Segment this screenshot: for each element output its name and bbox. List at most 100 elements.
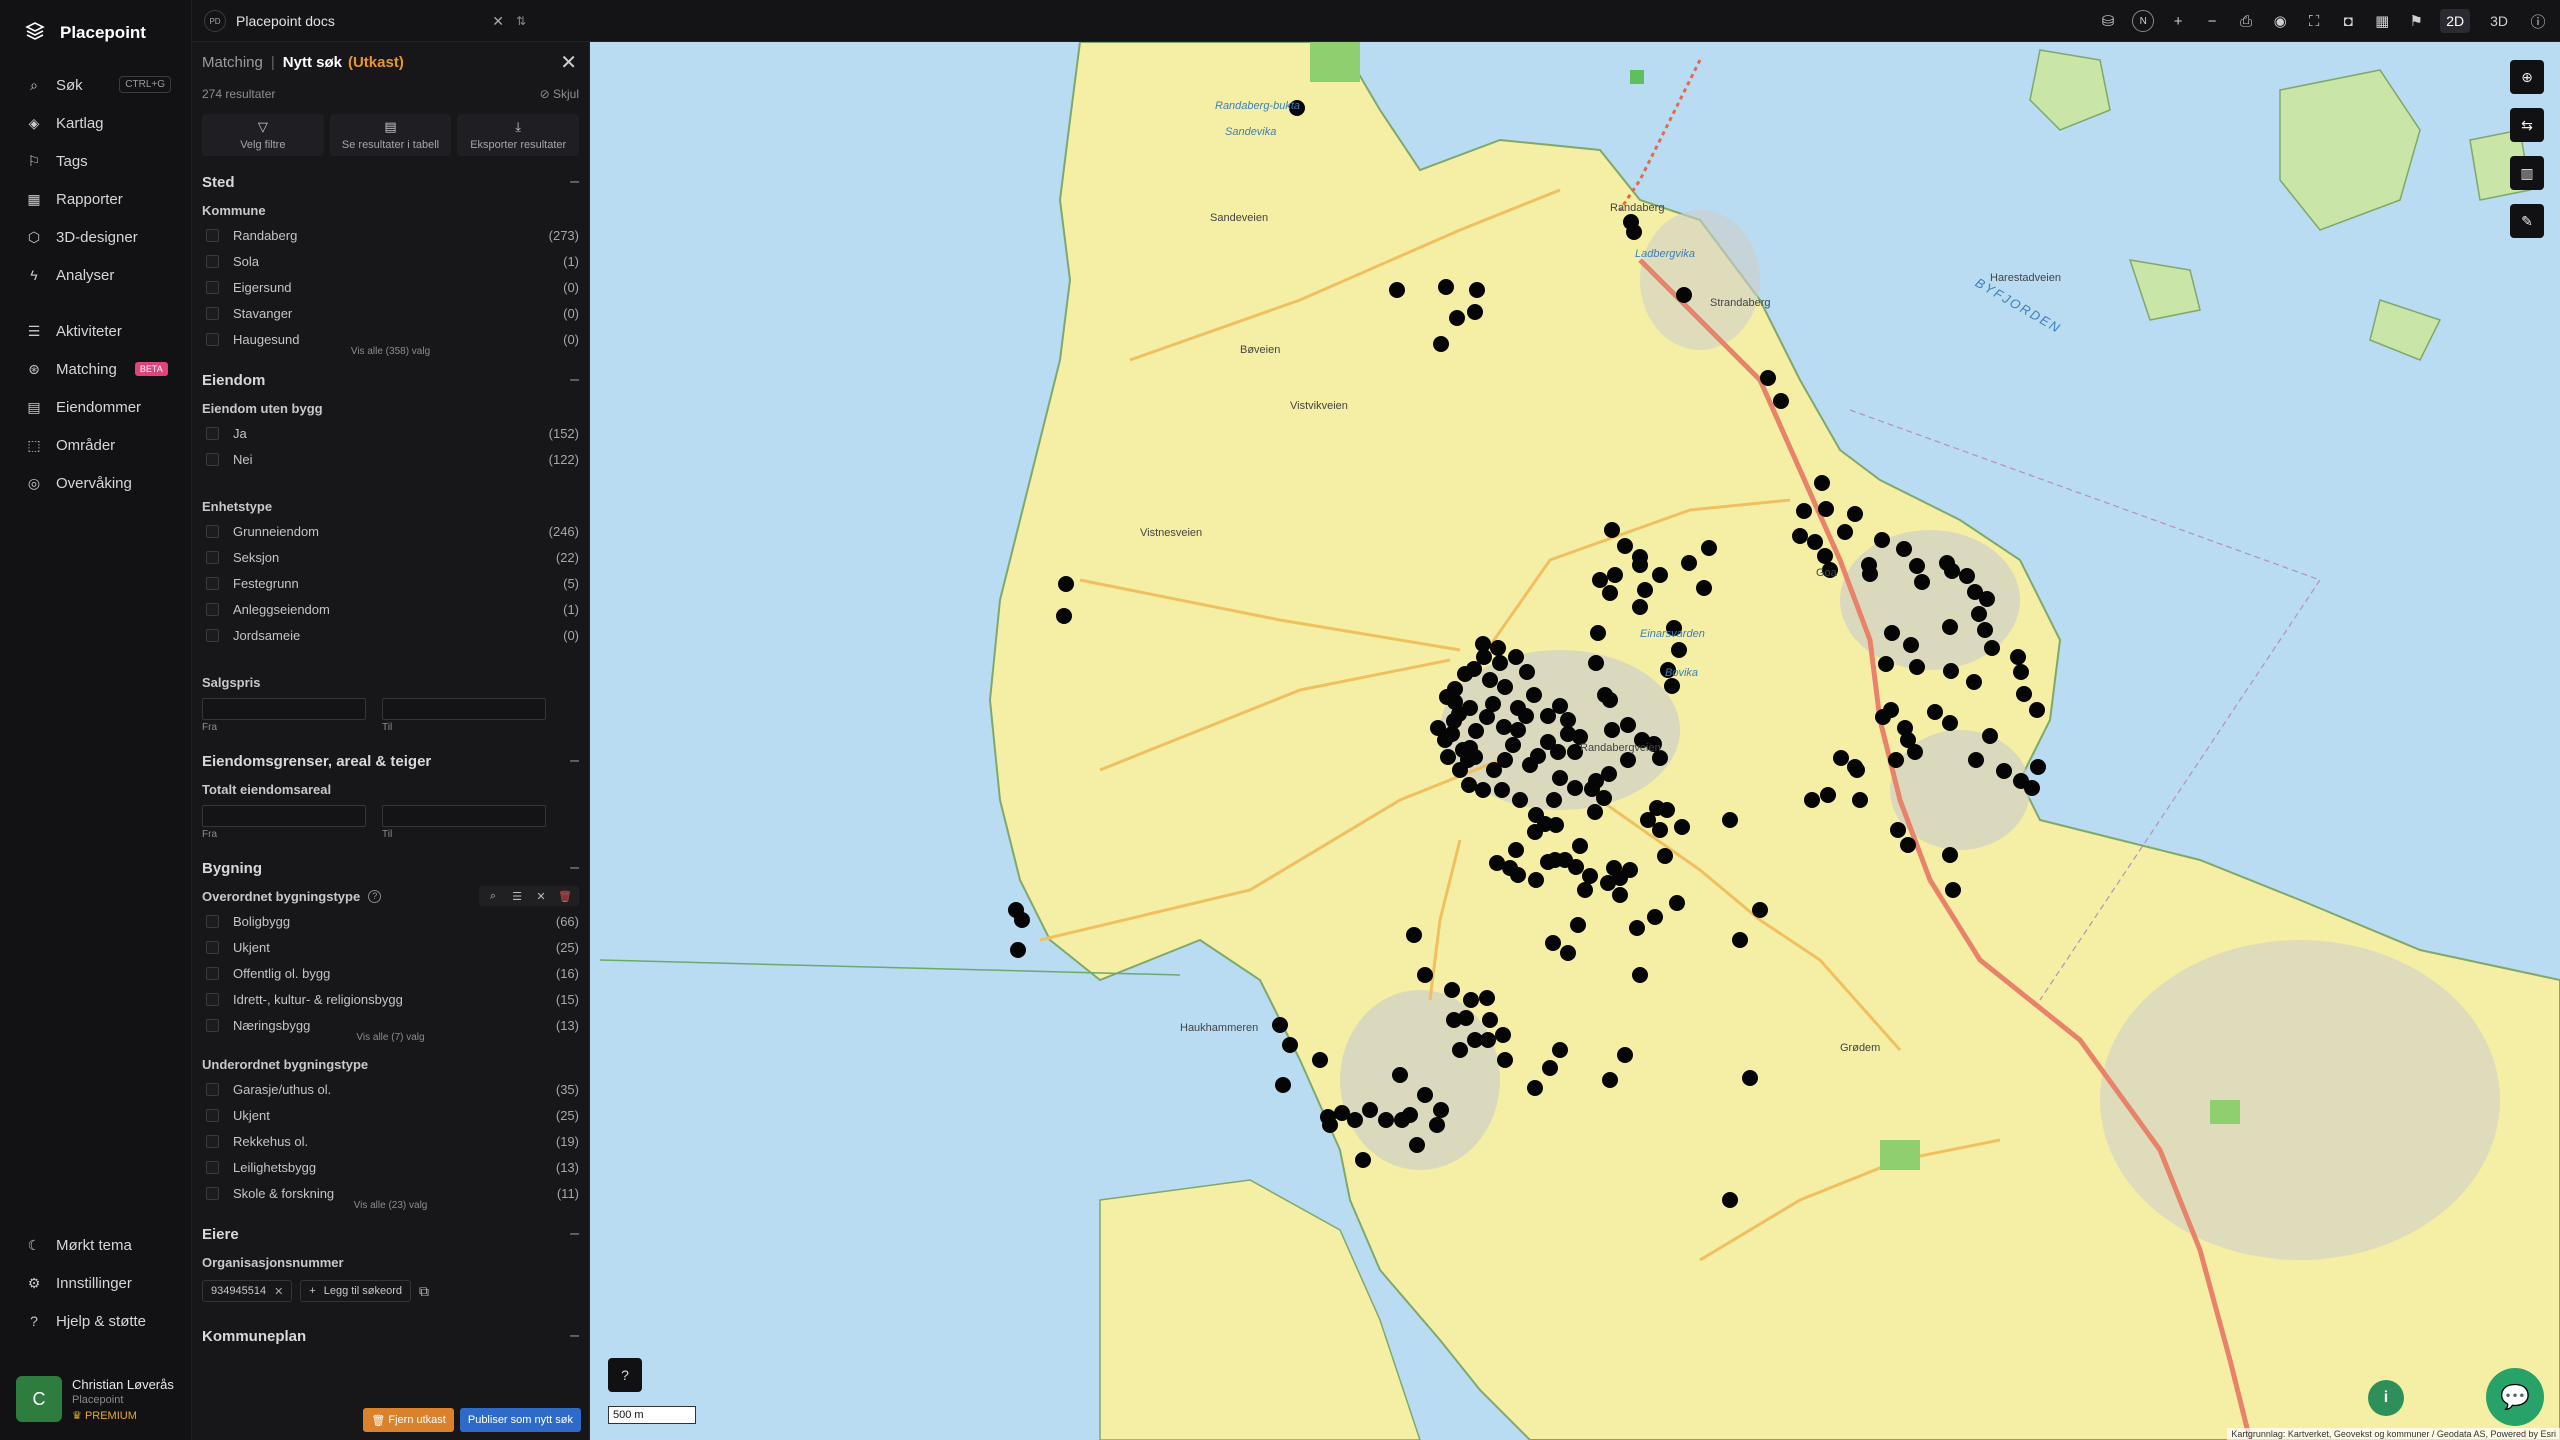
- close-panel-icon[interactable]: ✕: [560, 50, 577, 75]
- result-point[interactable]: [1494, 782, 1510, 798]
- filter-option[interactable]: Stavanger (0): [202, 300, 579, 326]
- checkbox[interactable]: [206, 1160, 219, 1174]
- help-circle-icon[interactable]: ?: [368, 889, 382, 903]
- filter-option[interactable]: Næringsbygg (13): [202, 1012, 579, 1038]
- zoom-in-icon[interactable]: +: [2168, 13, 2188, 30]
- result-point[interactable]: [1587, 804, 1603, 820]
- remove-chip-icon[interactable]: ✕: [274, 1285, 283, 1298]
- result-point[interactable]: [1681, 555, 1697, 571]
- eye-icon[interactable]: ◉: [2270, 12, 2290, 30]
- result-point[interactable]: [1982, 728, 1998, 744]
- filter-option[interactable]: Grunneiendom (246): [202, 518, 579, 544]
- result-point[interactable]: [1577, 882, 1593, 898]
- checkbox[interactable]: [206, 280, 219, 294]
- filter-option[interactable]: Ja (152): [202, 420, 579, 446]
- result-point[interactable]: [1671, 642, 1687, 658]
- nav-item-areas[interactable]: ⬚ Områder: [0, 426, 191, 464]
- draw-icon[interactable]: ✎: [2510, 204, 2544, 238]
- checkbox[interactable]: [206, 914, 219, 928]
- result-point[interactable]: [1378, 1112, 1394, 1128]
- checkbox[interactable]: [206, 1082, 219, 1096]
- result-point[interactable]: [1959, 568, 1975, 584]
- result-point[interactable]: [1968, 752, 1984, 768]
- result-point[interactable]: [1362, 1102, 1378, 1118]
- checkbox[interactable]: [206, 966, 219, 980]
- salgspris-from-input[interactable]: [202, 698, 366, 720]
- result-point[interactable]: [1275, 1077, 1291, 1093]
- result-point[interactable]: [1540, 854, 1556, 870]
- filter-option[interactable]: Offentlig ol. bygg (16): [202, 960, 579, 986]
- result-point[interactable]: [1760, 370, 1776, 386]
- result-point[interactable]: [1526, 687, 1542, 703]
- result-point[interactable]: [1444, 982, 1460, 998]
- result-point[interactable]: [2016, 686, 2032, 702]
- grid-icon[interactable]: ▦: [2372, 12, 2392, 30]
- result-point[interactable]: [1837, 524, 1853, 540]
- checkbox[interactable]: [206, 426, 219, 440]
- filter-option[interactable]: Garasje/uthus ol. (35): [202, 1076, 579, 1102]
- result-point[interactable]: [1505, 737, 1521, 753]
- nav-item-designer[interactable]: ⬡ 3D-designer: [0, 218, 191, 256]
- measure-icon[interactable]: ⇆: [2510, 108, 2544, 142]
- result-point[interactable]: [1508, 649, 1524, 665]
- nav-item-matching[interactable]: ⊛ Matching BETA: [0, 350, 191, 388]
- result-point[interactable]: [1604, 522, 1620, 538]
- org-chip[interactable]: 934945514 ✕: [202, 1280, 293, 1302]
- checkbox[interactable]: [206, 628, 219, 642]
- result-point[interactable]: [1282, 1037, 1298, 1053]
- camera-icon[interactable]: ◘: [2338, 13, 2358, 30]
- filter-option[interactable]: Haugesund (0): [202, 326, 579, 352]
- checkbox[interactable]: [206, 1018, 219, 1032]
- result-point[interactable]: [1552, 770, 1568, 786]
- result-point[interactable]: [1392, 1067, 1408, 1083]
- section-bygning-header[interactable]: Bygning –: [202, 854, 579, 882]
- result-point[interactable]: [1512, 792, 1528, 808]
- result-point[interactable]: [1659, 802, 1675, 818]
- bookmark-icon[interactable]: ⚑: [2406, 12, 2426, 30]
- result-point[interactable]: [1773, 393, 1789, 409]
- filter-option[interactable]: Boligbygg (66): [202, 908, 579, 934]
- result-point[interactable]: [1942, 847, 1958, 863]
- result-point[interactable]: [1817, 548, 1833, 564]
- result-point[interactable]: [1852, 792, 1868, 808]
- section-eiendom-header[interactable]: Eiendom –: [202, 366, 579, 394]
- clear-icon[interactable]: ✕: [531, 888, 551, 904]
- result-point[interactable]: [1449, 310, 1465, 326]
- result-point[interactable]: [1548, 817, 1564, 833]
- filter-option[interactable]: Ukjent (25): [202, 1102, 579, 1128]
- salgspris-to-input[interactable]: [382, 698, 546, 720]
- result-point[interactable]: [1833, 750, 1849, 766]
- nav-item-analyses[interactable]: ϟ Analyser: [0, 256, 191, 294]
- result-point[interactable]: [1540, 734, 1556, 750]
- nav-item-monitoring[interactable]: ◎ Overvåking: [0, 464, 191, 502]
- result-point[interactable]: [1652, 567, 1668, 583]
- result-point[interactable]: [1475, 636, 1491, 652]
- result-point[interactable]: [1457, 666, 1473, 682]
- result-point[interactable]: [1508, 842, 1524, 858]
- filter-option[interactable]: Anleggseiendom (1): [202, 596, 579, 622]
- result-point[interactable]: [1482, 1012, 1498, 1028]
- collapse-icon[interactable]: –: [570, 1225, 579, 1243]
- result-point[interactable]: [1588, 655, 1604, 671]
- result-point[interactable]: [1546, 792, 1562, 808]
- result-point[interactable]: [1732, 932, 1748, 948]
- result-point[interactable]: [1528, 807, 1544, 823]
- result-point[interactable]: [1058, 576, 1074, 592]
- result-point[interactable]: [1560, 712, 1576, 728]
- collapse-icon[interactable]: –: [570, 752, 579, 770]
- layer-settings-icon[interactable]: ⊕: [2510, 60, 2544, 94]
- filter-option[interactable]: Sola (1): [202, 248, 579, 274]
- result-point[interactable]: [1409, 1137, 1425, 1153]
- collapse-icon[interactable]: –: [570, 173, 579, 191]
- result-point[interactable]: [2029, 702, 2045, 718]
- result-point[interactable]: [1570, 917, 1586, 933]
- result-point[interactable]: [1014, 912, 1030, 928]
- result-point[interactable]: [1884, 625, 1900, 641]
- filter-option[interactable]: Idrett-, kultur- & religionsbygg (15): [202, 986, 579, 1012]
- result-point[interactable]: [1468, 723, 1484, 739]
- filter-option[interactable]: Randaberg (273): [202, 222, 579, 248]
- result-point[interactable]: [1592, 572, 1608, 588]
- nav-item-properties[interactable]: ▤ Eiendommer: [0, 388, 191, 426]
- help-icon[interactable]: ?: [608, 1358, 642, 1392]
- chat-icon[interactable]: 💬: [2486, 1368, 2544, 1426]
